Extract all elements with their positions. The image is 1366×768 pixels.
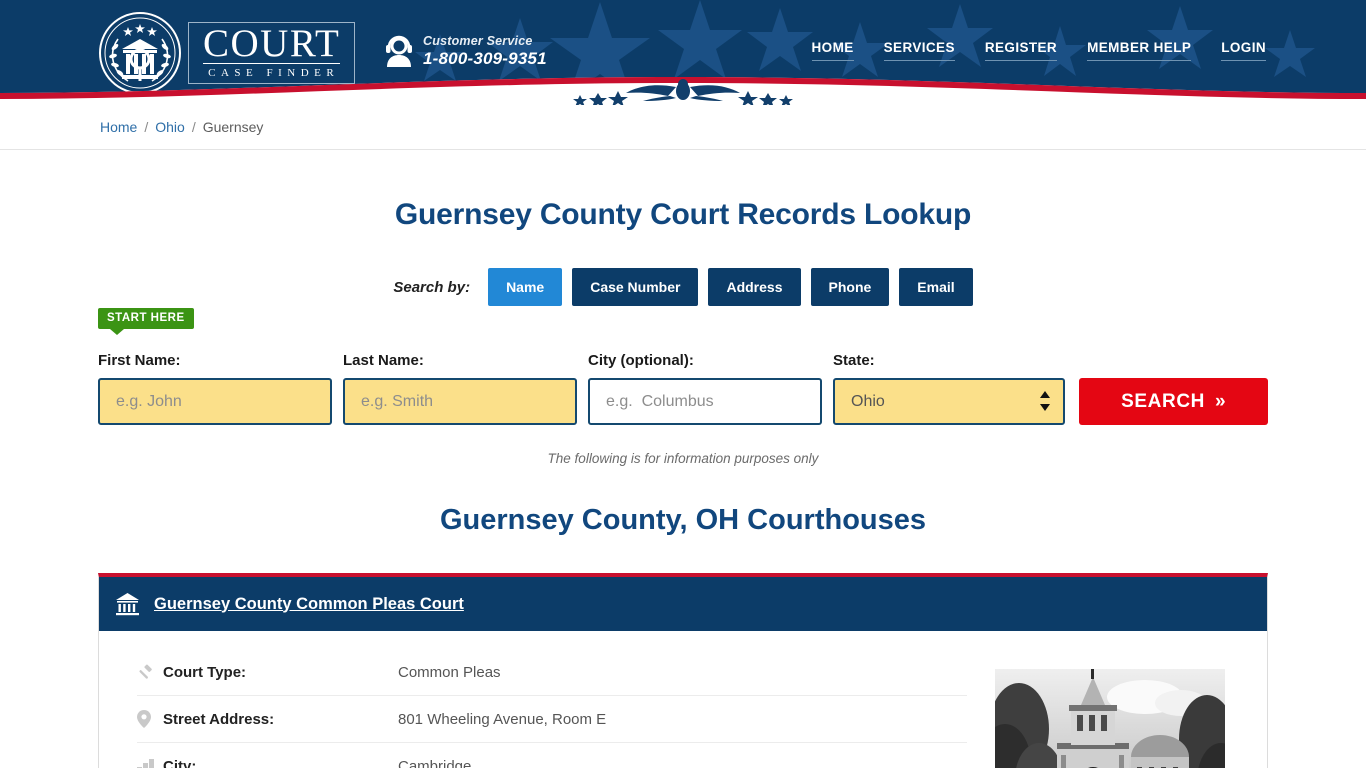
logo-title: COURT: [203, 22, 341, 65]
court-detail-list: Court Type: Common Pleas Street Address:…: [137, 649, 967, 768]
city-group: City (optional):: [588, 352, 822, 425]
nav-member-help[interactable]: MEMBER HELP: [1087, 40, 1192, 61]
breadcrumb-separator: /: [144, 119, 149, 135]
first-name-label: First Name:: [98, 352, 181, 369]
page-title: Guernsey County Court Records Lookup: [394, 198, 972, 231]
state-select[interactable]: Ohio: [833, 378, 1066, 425]
bank-courthouse-icon: [116, 593, 139, 616]
gavel-icon: [137, 664, 163, 681]
detail-row-city: City: Cambridge: [137, 743, 967, 768]
detail-label-street-address: Street Address:: [163, 710, 275, 728]
breadcrumb-item-guernsey: Guernsey: [202, 119, 264, 135]
main-content: Guernsey County Court Records Lookup Sea…: [0, 150, 1366, 768]
search-button-label: SEARCH: [1121, 390, 1205, 412]
customer-service-label: Customer Service: [423, 34, 533, 48]
court-photo: [995, 669, 1225, 768]
city-input[interactable]: [588, 378, 822, 425]
main-navigation: HOME SERVICES REGISTER MEMBER HELP LOGIN: [811, 40, 1266, 61]
search-by-tabs: Search by: Name Case Number Address Phon…: [0, 268, 1366, 306]
last-name-input[interactable]: [343, 378, 577, 425]
breadcrumb-separator: /: [191, 119, 196, 135]
section-title: Guernsey County, OH Courthouses: [439, 504, 927, 536]
state-group: State: Ohio: [833, 352, 1066, 425]
city-label: City (optional):: [588, 352, 694, 369]
courthouse-photo: [995, 669, 1225, 768]
search-button[interactable]: SEARCH »: [1079, 378, 1268, 425]
detail-row-court-type: Court Type: Common Pleas: [137, 649, 967, 696]
nav-login[interactable]: LOGIN: [1221, 40, 1266, 61]
nav-register[interactable]: REGISTER: [984, 40, 1058, 61]
breadcrumb-item-home[interactable]: Home: [100, 119, 137, 135]
court-card: Guernsey County Common Pleas Court Court…: [98, 573, 1268, 768]
nav-services[interactable]: SERVICES: [883, 40, 955, 61]
last-name-label: Last Name:: [343, 352, 424, 369]
court-card-body: Court Type: Common Pleas Street Address:…: [99, 631, 1267, 768]
court-card-header: Guernsey County Common Pleas Court: [99, 577, 1267, 631]
nav-home[interactable]: HOME: [811, 40, 854, 61]
breadcrumb-item-ohio[interactable]: Ohio: [155, 119, 185, 135]
detail-label-court-type: Court Type:: [163, 663, 247, 681]
first-name-group: First Name:: [98, 352, 332, 425]
tab-email[interactable]: Email: [899, 268, 973, 306]
search-by-label: Search by:: [393, 278, 471, 296]
court-title-link[interactable]: Guernsey County Common Pleas Court: [154, 595, 464, 614]
disclaimer-text: The following is for information purpose…: [547, 451, 819, 466]
tab-phone[interactable]: Phone: [810, 268, 890, 306]
city-buildings-icon: [137, 758, 163, 768]
detail-label-city: City:: [163, 757, 197, 768]
last-name-group: Last Name:: [343, 352, 577, 425]
detail-row-street-address: Street Address: 801 Wheeling Avenue, Roo…: [137, 696, 967, 743]
tab-case-number[interactable]: Case Number: [572, 268, 699, 306]
detail-value-street-address: 801 Wheeling Avenue, Room E: [398, 710, 607, 728]
first-name-input[interactable]: [98, 378, 332, 425]
tab-address[interactable]: Address: [708, 268, 801, 306]
detail-value-court-type: Common Pleas: [398, 663, 501, 681]
state-label: State:: [833, 352, 875, 369]
map-pin-icon: [137, 710, 163, 728]
site-header: COURT CASE FINDER Customer Service 1-800…: [0, 0, 1366, 105]
start-here-badge: START HERE: [98, 308, 194, 335]
eagle-emblem-icon: [573, 79, 793, 105]
detail-value-city: Cambridge: [398, 757, 472, 768]
breadcrumb: Home / Ohio / Guernsey: [0, 105, 1366, 150]
double-chevron-right-icon: »: [1214, 390, 1227, 412]
search-form: START HERE First Name: Last Name: City (…: [98, 306, 1268, 425]
tab-name[interactable]: Name: [488, 268, 563, 306]
